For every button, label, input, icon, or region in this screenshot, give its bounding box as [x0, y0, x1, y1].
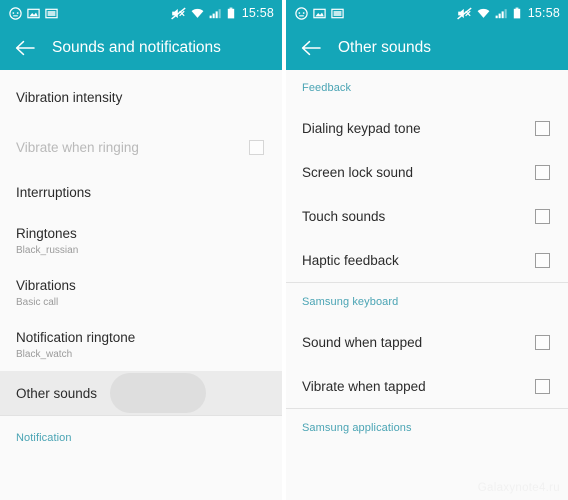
left-page-title: Sounds and notifications [52, 39, 221, 56]
section-header-notification: Notification [0, 416, 282, 460]
site-watermark: Galaxynote4.ru [477, 482, 560, 494]
row-vibrate-when-tapped[interactable]: Vibrate when tapped [286, 364, 568, 408]
row-labels: Screen lock sound [302, 164, 413, 181]
row-title: Vibrations [16, 278, 76, 293]
touch-ripple [110, 373, 206, 413]
left-phone-screen: 15:58 Sounds and notifications Vibration… [0, 0, 282, 500]
section-header-label: Samsung applications [302, 422, 412, 434]
row-title: Vibrate when ringing [16, 140, 139, 155]
row-title: Notification ringtone [16, 330, 136, 345]
status-bar-right-icons: 15:58 [456, 6, 560, 20]
row-subtitle: Black_russian [16, 245, 79, 256]
status-bar-left-icons [295, 6, 344, 20]
row-labels: Interruptions [16, 184, 91, 201]
checkbox-screen-lock-sound[interactable] [535, 164, 550, 180]
row-title: Dialing keypad tone [302, 120, 421, 136]
row-title: Vibration intensity [16, 90, 123, 105]
screenshot-icon [45, 8, 58, 18]
row-labels: Vibrations Basic call [16, 277, 76, 309]
row-other-sounds[interactable]: Other sounds [0, 371, 282, 415]
row-vibration-intensity[interactable]: Vibration intensity [0, 70, 282, 125]
battery-icon [227, 7, 234, 18]
battery-icon [513, 7, 520, 18]
section-header-label: Notification [16, 432, 72, 444]
status-bar-clock: 15:58 [241, 6, 274, 20]
signal-icon [495, 8, 507, 18]
emoticon-icon [295, 6, 308, 20]
row-ringtones[interactable]: Ringtones Black_russian [0, 215, 282, 267]
checkbox-haptic-feedback[interactable] [535, 252, 550, 268]
row-labels: Notification ringtone Black_watch [16, 329, 135, 361]
row-haptic-feedback[interactable]: Haptic feedback [286, 238, 568, 282]
row-labels: Vibrate when ringing [16, 139, 139, 156]
checkbox-sound-when-tapped[interactable] [535, 334, 550, 350]
row-subtitle: Black_watch [16, 349, 73, 360]
row-labels: Other sounds [16, 385, 97, 402]
row-labels: Vibration intensity [16, 89, 122, 106]
section-header-samsung-keyboard: Samsung keyboard [286, 283, 568, 320]
row-labels: Sound when tapped [302, 334, 422, 351]
section-header-label: Feedback [302, 82, 352, 94]
back-arrow-icon[interactable] [300, 37, 322, 59]
row-title: Other sounds [16, 385, 98, 401]
section-header-feedback: Feedback [286, 70, 568, 106]
left-app-bar: Sounds and notifications [0, 26, 282, 70]
right-phone-screen: 15:58 Other sounds Feedback Dialing keyp… [286, 0, 568, 500]
row-sound-when-tapped[interactable]: Sound when tapped [286, 320, 568, 364]
emoticon-icon [9, 6, 22, 20]
checkbox-vibrate-when-ringing[interactable] [249, 140, 264, 155]
row-interruptions[interactable]: Interruptions [0, 170, 282, 215]
row-title: Ringtones [16, 226, 77, 241]
signal-icon [209, 8, 221, 18]
row-title: Screen lock sound [302, 164, 414, 180]
checkbox-touch-sounds[interactable] [535, 208, 550, 224]
screenshot-icon [331, 8, 344, 18]
mute-icon [456, 7, 472, 19]
row-notification-ringtone[interactable]: Notification ringtone Black_watch [0, 319, 282, 371]
row-screen-lock-sound[interactable]: Screen lock sound [286, 150, 568, 194]
checkbox-vibrate-when-tapped[interactable] [535, 378, 550, 394]
wifi-icon [477, 8, 490, 18]
status-bar-left-icons [9, 6, 58, 20]
status-bar-left: 15:58 [0, 0, 282, 26]
image-icon [313, 8, 326, 18]
mute-icon [170, 7, 186, 19]
row-labels: Vibrate when tapped [302, 378, 426, 395]
status-bar-right: 15:58 [286, 0, 568, 26]
row-labels: Ringtones Black_russian [16, 225, 78, 257]
wifi-icon [191, 8, 204, 18]
right-settings-list: Feedback Dialing keypad tone Screen lock… [286, 70, 568, 447]
status-bar-clock: 15:58 [527, 6, 560, 20]
right-app-bar: Other sounds [286, 26, 568, 70]
section-header-label: Samsung keyboard [302, 295, 399, 308]
row-subtitle: Basic call [16, 297, 59, 308]
dual-screenshot-container: 15:58 Sounds and notifications Vibration… [0, 0, 568, 500]
back-arrow-icon[interactable] [14, 37, 36, 59]
row-vibrate-when-ringing[interactable]: Vibrate when ringing [0, 125, 282, 170]
row-title: Interruptions [16, 185, 92, 200]
checkbox-dialing-keypad-tone[interactable] [535, 120, 550, 136]
section-header-samsung-applications: Samsung applications [286, 409, 568, 447]
row-title: Haptic feedback [302, 252, 399, 268]
row-dialing-keypad-tone[interactable]: Dialing keypad tone [286, 106, 568, 150]
row-labels: Dialing keypad tone [302, 120, 421, 137]
row-vibrations[interactable]: Vibrations Basic call [0, 267, 282, 319]
row-touch-sounds[interactable]: Touch sounds [286, 194, 568, 238]
right-page-title: Other sounds [338, 39, 432, 56]
row-title: Vibrate when tapped [302, 378, 426, 394]
row-labels: Haptic feedback [302, 252, 399, 269]
left-settings-list: Vibration intensity Vibrate when ringing… [0, 70, 282, 460]
row-labels: Touch sounds [302, 208, 385, 225]
row-title: Touch sounds [302, 208, 386, 224]
status-bar-right-icons: 15:58 [170, 6, 274, 20]
image-icon [27, 8, 40, 18]
row-title: Sound when tapped [302, 334, 423, 350]
